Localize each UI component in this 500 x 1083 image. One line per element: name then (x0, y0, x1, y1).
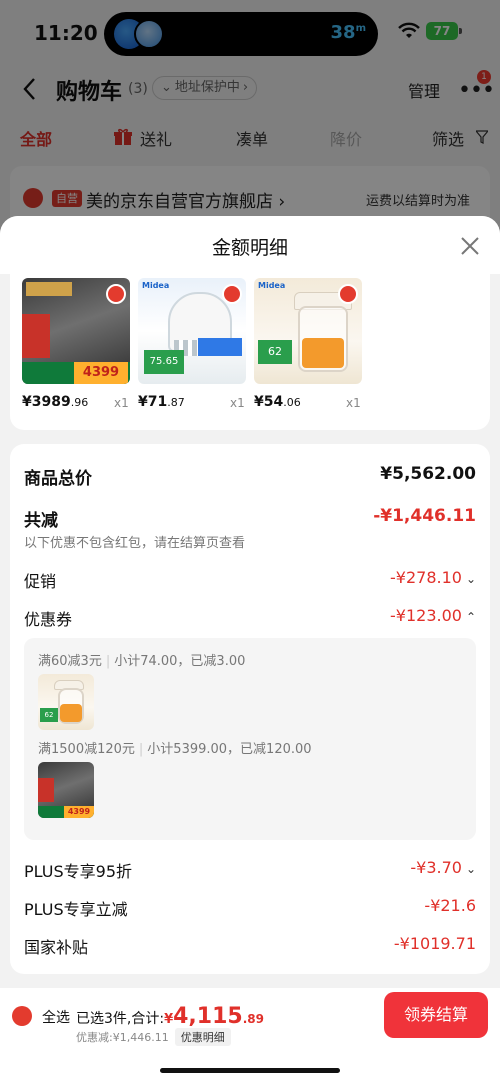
cart-page-background: 11:20 38m 77 购物车 (3) ⌄ 地址保护中 › 管理 ••• 1 … (0, 0, 500, 236)
thumbnail-price: 4399 (74, 362, 128, 384)
promo-stripe (22, 314, 50, 358)
chevron-down-icon: ⌄ (465, 572, 476, 586)
selection-summary: 已选3件,合计:¥4,115.89 (76, 1004, 264, 1029)
coupon-product-thumbnail: 62 (38, 674, 94, 730)
amount-detail-sheet: 金额明细 Midea 4399 ¥3989.96 x1 Midea 75.65 (0, 216, 500, 988)
rank-tag (26, 282, 72, 296)
close-icon[interactable] (458, 234, 482, 258)
chevron-down-icon: ⌄ (465, 862, 476, 876)
item-checkbox[interactable] (106, 284, 126, 304)
row-plus-direct: PLUS专享立减 -¥21.6 (24, 896, 476, 919)
checkout-bar: 全选 已选3件,合计:¥4,115.89 优惠减:¥1,446.11 优惠明细 领… (0, 988, 500, 1083)
brand-logo: Midea (258, 281, 286, 290)
product-card[interactable]: Midea 75.65 ¥71.87 x1 (138, 278, 246, 410)
product-price: ¥3989.96 (22, 394, 89, 410)
product-card[interactable]: Midea 4399 ¥3989.96 x1 (22, 278, 130, 410)
modal-backdrop[interactable] (0, 0, 500, 230)
chevron-up-icon: ⌃ (465, 610, 476, 624)
home-indicator (160, 1068, 340, 1073)
reduction-note: 以下优惠不包含红包，请在结算页查看 (24, 536, 246, 551)
row-total-reduction: 共减 -¥1,446.11 (24, 506, 476, 531)
row-coupon[interactable]: 优惠券 -¥123.00 ⌃ (24, 606, 476, 630)
coupon-detail-box: 满60减3元 | 小计74.00，已减3.00 62 满1500减120元 | 小计53… (24, 638, 476, 840)
item-checkbox[interactable] (338, 284, 358, 304)
coupon-product-thumbnail: 4399 (38, 762, 94, 818)
sheet-title: 金额明细 (211, 237, 288, 259)
item-checkbox[interactable] (222, 284, 242, 304)
product-thumbnail-dishwasher: Midea 4399 (22, 278, 130, 384)
product-strip: Midea 4399 ¥3989.96 x1 Midea 75.65 ¥71.8… (10, 274, 490, 430)
total-amount: ¥4,115.89 (164, 1004, 264, 1029)
product-thumbnail-chopper: Midea 62 (254, 278, 362, 384)
checkout-button[interactable]: 领券结算 (384, 992, 488, 1038)
thumbnail-price: 75.65 (144, 350, 184, 374)
row-national-subsidy: 国家补贴 -¥1019.71 (24, 934, 476, 957)
product-qty: x1 (346, 396, 361, 410)
coupon-rule-line: 满1500减120元 | 小计5399.00，已减120.00 (38, 742, 312, 757)
discount-detail-button[interactable]: 优惠明细 (174, 1028, 231, 1046)
sheet-header: 金额明细 (0, 216, 500, 274)
product-card[interactable]: Midea 62 ¥54.06 x1 (254, 278, 362, 410)
row-goods-total: 商品总价 ¥5,562.00 (24, 464, 476, 489)
price-breakdown: 商品总价 ¥5,562.00 共减 -¥1,446.11 以下优惠不包含红包，请… (10, 444, 490, 974)
product-thumbnail-blender: Midea 75.65 (138, 278, 246, 384)
coupon-rule-line: 满60减3元 | 小计74.00，已减3.00 (38, 654, 246, 669)
product-price: ¥71.87 (138, 394, 185, 410)
product-price: ¥54.06 (254, 394, 301, 410)
product-qty: x1 (114, 396, 129, 410)
brand-logo: Midea (142, 281, 170, 290)
select-all-checkbox[interactable] (12, 1006, 32, 1026)
row-plus-95[interactable]: PLUS专享95折 -¥3.70 ⌄ (24, 858, 476, 882)
row-promotion[interactable]: 促销 -¥278.10 ⌄ (24, 568, 476, 592)
product-qty: x1 (230, 396, 245, 410)
thumbnail-price: 62 (258, 340, 292, 364)
promo-tag (198, 338, 242, 356)
select-all-label[interactable]: 全选 (42, 1007, 70, 1027)
discount-line: 优惠减:¥1,446.11 优惠明细 (76, 1028, 231, 1046)
product-image-food (302, 338, 344, 368)
